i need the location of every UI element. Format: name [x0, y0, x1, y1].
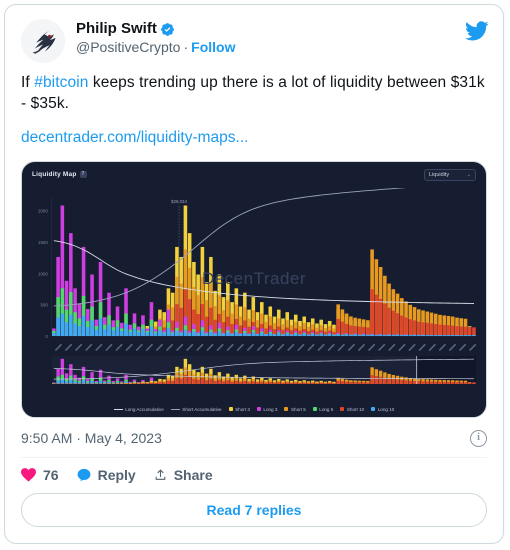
legend-item[interactable]: Short 5 — [284, 406, 306, 412]
share-label: Share — [173, 466, 213, 483]
hashtag-bitcoin[interactable]: #bitcoin — [34, 74, 88, 91]
legend-label: Long 3 — [263, 406, 278, 412]
legend-item[interactable]: Long 3 — [256, 406, 278, 412]
tweet-actions: 76 Reply Share — [5, 458, 503, 483]
like-action[interactable]: 76 — [21, 467, 59, 483]
legend-line-swatch — [113, 408, 123, 410]
heart-icon — [21, 467, 36, 482]
chevron-down-icon: ⌄ — [466, 171, 471, 178]
legend-label: Long 5 — [319, 406, 334, 412]
tweet-link-line: decentrader.com/liquidity-maps... — [5, 115, 503, 147]
handle-row: @PositiveCrypto · Follow — [76, 39, 235, 56]
tweet-text-part2: keeps trending up there is a lot of liqu… — [21, 74, 485, 112]
separator-dot: · — [183, 39, 189, 56]
tweet-text-part1: If — [21, 74, 35, 91]
chart-title: Liquidity Map — [32, 171, 77, 179]
tweet-header: Philip Swift @PositiveCrypto · Follow — [5, 5, 503, 63]
reply-action[interactable]: Reply — [77, 467, 136, 483]
avatar[interactable] — [21, 19, 65, 63]
legend-item[interactable]: Long Accumulative — [113, 406, 164, 412]
tweet-text: If #bitcoin keeps trending up there is a… — [5, 63, 503, 115]
legend-color-swatch — [284, 407, 289, 412]
read-replies-button[interactable]: Read 7 replies — [21, 492, 487, 527]
chart-legend: Long Accumulative Short Accumulative Short… — [22, 407, 486, 412]
svg-text:1500: 1500 — [38, 239, 48, 244]
share-action[interactable]: Share — [154, 467, 213, 483]
chart-plot-area[interactable]: 0 500 1000 1500 2000 $29,034 — [22, 187, 486, 417]
handle: @PositiveCrypto — [76, 39, 181, 56]
svg-text:2000: 2000 — [38, 208, 48, 213]
legend-label: Short 10 — [346, 406, 365, 412]
chart-title-group: Liquidity Map ? — [32, 171, 87, 179]
legend-color-swatch — [228, 407, 233, 412]
legend-color-swatch — [256, 407, 261, 412]
legend-item[interactable]: Long 10 — [371, 407, 394, 412]
svg-text:1000: 1000 — [38, 271, 48, 276]
svg-text:500: 500 — [40, 302, 48, 307]
swift-bird-avatar-icon — [21, 19, 65, 63]
share-upload-icon — [154, 468, 167, 482]
display-name-row: Philip Swift — [76, 20, 235, 38]
legend-label: Short 5 — [290, 406, 306, 412]
tweet-timestamp: 9:50 AM · May 4, 2023 — [21, 430, 162, 447]
reply-label: Reply — [97, 466, 136, 483]
legend-label: Short Accumulative — [182, 406, 222, 412]
like-count: 76 — [43, 466, 59, 483]
twitter-bird-icon — [465, 19, 489, 43]
legend-label: Long Accumulative — [125, 406, 164, 412]
svg-text:$29,034: $29,034 — [171, 199, 187, 204]
chart-toolbar: Liquidity Map ? Liquidity ⌄ — [22, 162, 486, 188]
legend-color-swatch — [371, 407, 376, 412]
legend-label: Long 10 — [377, 406, 395, 412]
legend-item[interactable]: Short 10 — [340, 407, 364, 412]
dropdown-value: Liquidity — [429, 171, 450, 178]
legend-item[interactable]: Long 5 — [312, 406, 334, 412]
author-block: Philip Swift @PositiveCrypto · Follow — [76, 19, 235, 56]
info-circle-icon[interactable]: i — [470, 429, 487, 447]
legend-label: Short 3 — [235, 406, 250, 412]
legend-color-swatch — [340, 407, 345, 412]
legend-item[interactable]: Short 3 — [228, 406, 250, 412]
question-mark-icon[interactable]: ? — [79, 171, 87, 179]
liquidity-dropdown[interactable]: Liquidity ⌄ — [424, 168, 476, 181]
speech-bubble-icon — [77, 468, 91, 482]
tweet-timestamp-row: 9:50 AM · May 4, 2023 i — [5, 418, 503, 447]
verified-badge-icon — [160, 22, 175, 37]
legend-color-swatch — [312, 407, 317, 412]
display-name: Philip Swift — [76, 20, 157, 37]
legend-line-swatch — [170, 408, 180, 410]
follow-button[interactable]: Follow — [191, 39, 235, 56]
external-link[interactable]: decentrader.com/liquidity-maps... — [21, 129, 248, 146]
legend-item[interactable]: Short Accumulative — [170, 406, 222, 412]
chart-media-card[interactable]: Liquidity Map ? Liquidity ⌄ 0 500 1000 1500… — [21, 160, 487, 418]
liquidity-map-chart: 0500100015002000$29,034 — [22, 187, 486, 417]
tweet-card: Philip Swift @PositiveCrypto · Follow If… — [4, 4, 504, 544]
